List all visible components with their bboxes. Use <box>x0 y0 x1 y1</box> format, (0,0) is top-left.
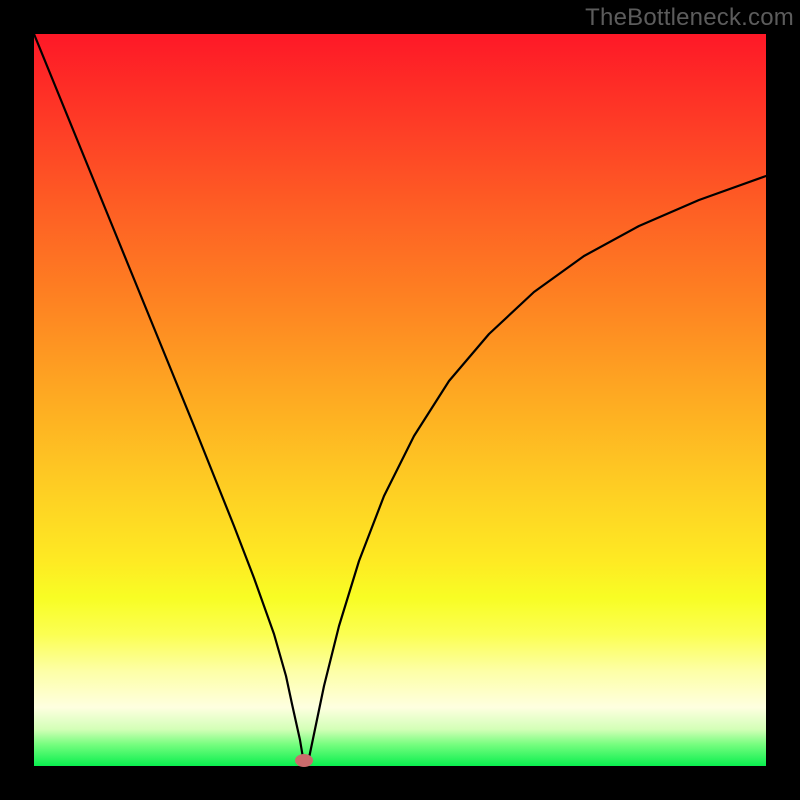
attribution-label: TheBottleneck.com <box>585 4 794 32</box>
optimal-point-marker <box>295 754 313 767</box>
curve-right-branch <box>309 176 766 758</box>
chart-outer-frame: TheBottleneck.com <box>0 0 800 800</box>
bottleneck-curve <box>34 34 766 766</box>
chart-plot-area <box>34 34 766 766</box>
curve-left-branch <box>34 34 303 758</box>
